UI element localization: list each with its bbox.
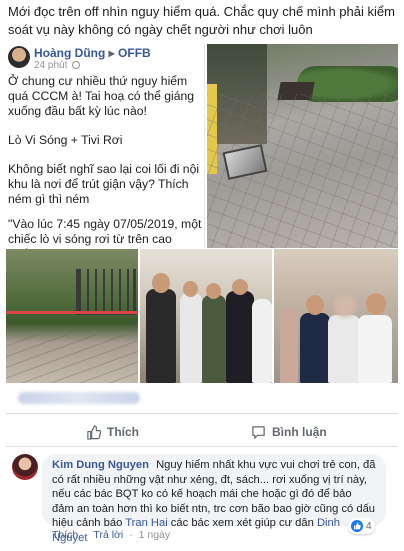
shared-group-name[interactable]: OFFB xyxy=(118,46,151,60)
separator-dot: · xyxy=(129,529,133,541)
comment-reactions[interactable]: 4 xyxy=(348,518,375,534)
mention-tag[interactable]: Tran Hai xyxy=(125,517,167,529)
comment-author[interactable]: Kim Dung Nguyen xyxy=(52,459,149,471)
photo-walkway[interactable] xyxy=(6,249,138,383)
photo-person xyxy=(358,315,392,383)
photo-corridor-group[interactable] xyxy=(140,249,272,383)
comment-reply-link[interactable]: Trả lời xyxy=(93,529,123,541)
thumbs-up-icon xyxy=(86,424,101,440)
photo-person xyxy=(226,291,254,383)
photo-tape xyxy=(6,311,138,314)
photo-courtyard-debris[interactable] xyxy=(207,44,398,248)
shared-author-line[interactable]: Hoàng Dũng ▸ OFFB xyxy=(34,46,151,60)
reactions-summary-blurred[interactable] xyxy=(18,392,140,404)
comment-time[interactable]: 1 ngày xyxy=(139,529,171,541)
post-text: Mới đọc trên off nhìn nguy hiểm quá. Chắ… xyxy=(8,4,395,37)
comment-label: Bình luận xyxy=(272,425,327,439)
shared-line: Ở chung cư nhiều thứ nguy hiểm quá CCCM … xyxy=(8,74,195,118)
photo-person xyxy=(300,313,330,383)
reaction-count: 4 xyxy=(366,520,372,532)
shared-post-card: Hoàng Dũng ▸ OFFB 24 phút Ở chung cư nhi… xyxy=(6,44,205,261)
comment-bubble[interactable]: Kim Dung Nguyen Nguy hiểm nhất khu vực v… xyxy=(42,454,386,544)
photo-person xyxy=(146,289,176,383)
shared-line: Không biết nghĩ sao lại coi lối đi nội k… xyxy=(8,162,200,206)
photo-head xyxy=(206,283,221,299)
like-label: Thích xyxy=(107,425,139,439)
like-button[interactable]: Thích xyxy=(86,424,139,440)
shared-time[interactable]: 24 phút xyxy=(34,60,67,71)
photo-person xyxy=(180,293,202,383)
arrow-right-icon: ▸ xyxy=(108,46,115,60)
shared-author-name[interactable]: Hoàng Dũng xyxy=(34,46,105,60)
photo-person xyxy=(252,299,272,383)
photo-ground xyxy=(6,335,138,383)
photo-fence xyxy=(76,269,136,315)
avatar[interactable] xyxy=(8,46,30,68)
photo-head-blurred xyxy=(334,295,356,317)
photo-head xyxy=(232,279,248,295)
photo-head xyxy=(152,273,170,293)
photo-head xyxy=(366,293,386,315)
photo-person xyxy=(328,315,360,383)
comment-like-link[interactable]: Thích xyxy=(52,529,78,541)
photo-hallway-guards[interactable] xyxy=(274,249,398,383)
comment-actions: Thích · Trả lời · 1 ngày xyxy=(52,529,173,541)
photo-head xyxy=(306,295,324,315)
comment-text-2: các bác xem xét giúp cư dân xyxy=(170,517,314,529)
photo-person xyxy=(202,295,226,383)
photo-head xyxy=(183,281,198,297)
shared-post[interactable]: Hoàng Dũng ▸ OFFB 24 phút Ở chung cư nhi… xyxy=(6,44,398,261)
like-reaction-icon xyxy=(351,520,363,532)
divider xyxy=(6,413,398,414)
shared-post-body: Ở chung cư nhiều thứ nguy hiểm quá CCCM … xyxy=(8,74,202,264)
photo-person xyxy=(280,309,298,383)
globe-icon xyxy=(72,61,81,70)
shared-post-header: Hoàng Dũng ▸ OFFB 24 phút xyxy=(8,46,204,72)
comment-button[interactable]: Bình luận xyxy=(251,424,327,440)
photo-gallery xyxy=(6,249,398,383)
commenter-avatar[interactable] xyxy=(12,454,38,480)
shared-meta: 24 phút xyxy=(34,60,81,71)
comment-icon xyxy=(251,425,266,440)
shared-line: Lò Vi Sóng + Tivi Rơi xyxy=(8,133,123,147)
divider xyxy=(6,446,398,447)
separator-dot: · xyxy=(84,529,88,541)
